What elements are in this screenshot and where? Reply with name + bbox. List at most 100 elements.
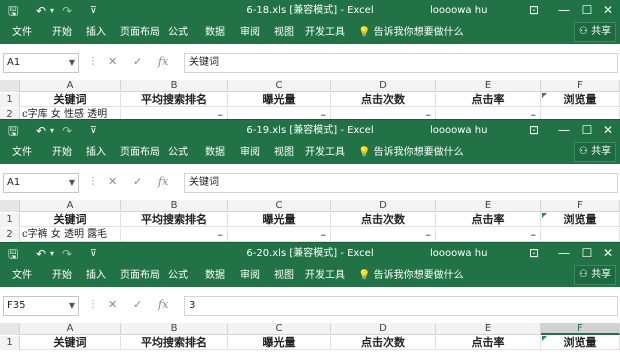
ribbon-tab[interactable]: 视图 (274, 146, 294, 160)
formula-input[interactable]: 关键词 (184, 173, 618, 193)
cell[interactable]: – (331, 228, 436, 242)
cell[interactable]: 平均搜索排名 (121, 93, 228, 107)
ribbon-tab[interactable]: 审阅 (240, 146, 260, 160)
ribbon-tab[interactable]: 开发工具 (305, 269, 345, 283)
ribbon-tab[interactable]: 插入 (86, 146, 106, 160)
cell[interactable]: 浏览量 (541, 213, 620, 227)
ribbon-tab[interactable]: 视图 (274, 269, 294, 283)
column-header[interactable]: C (228, 200, 331, 212)
share-button[interactable]: ⚇ 共享 (574, 22, 616, 42)
enter-entry-icon[interactable]: ✓ (133, 298, 142, 312)
chevron-down-icon[interactable]: ▼ (69, 297, 75, 315)
column-header[interactable]: E (436, 200, 541, 212)
cell[interactable]: c字裤 女 透明 露毛 (20, 228, 121, 242)
chevron-down-icon[interactable]: ▼ (69, 174, 75, 192)
share-button[interactable]: ⚇ 共享 (574, 142, 616, 162)
close-icon[interactable]: ✕ (594, 3, 620, 17)
column-header[interactable]: B (121, 323, 228, 335)
cancel-entry-icon[interactable]: ✕ (108, 298, 117, 312)
enter-entry-icon[interactable]: ✓ (133, 175, 142, 189)
ribbon-tab[interactable]: 页面布局 (120, 269, 160, 283)
name-box[interactable]: A1 ▼ (3, 53, 79, 73)
cell[interactable]: 点击次数 (331, 213, 436, 227)
row-number[interactable]: 1 (0, 93, 20, 107)
select-all-corner[interactable] (0, 323, 20, 335)
column-header[interactable]: A (20, 323, 121, 335)
column-header[interactable]: E (436, 80, 541, 92)
close-icon[interactable]: ✕ (594, 246, 620, 260)
cancel-entry-icon[interactable]: ✕ (108, 175, 117, 189)
cell[interactable]: 曝光量 (228, 336, 331, 350)
column-header[interactable]: A (20, 80, 121, 92)
column-header[interactable]: D (331, 323, 436, 335)
row-number[interactable]: 1 (0, 336, 20, 350)
select-all-corner[interactable] (0, 200, 20, 212)
user-name[interactable]: loooowa hu (430, 4, 487, 18)
select-all-corner[interactable] (0, 80, 20, 92)
cell[interactable]: 曝光量 (228, 213, 331, 227)
close-icon[interactable]: ✕ (594, 123, 620, 137)
cell[interactable]: 点击率 (436, 213, 541, 227)
cell[interactable]: 点击率 (436, 93, 541, 107)
cell[interactable]: 平均搜索排名 (121, 336, 228, 350)
cell[interactable]: 关键词 (20, 213, 121, 227)
row-number[interactable]: 2 (0, 228, 20, 242)
name-box[interactable]: A1 ▼ (3, 173, 79, 193)
cell[interactable]: – (436, 228, 541, 242)
chevron-down-icon[interactable]: ▼ (69, 54, 75, 72)
ribbon-tab[interactable]: 公式 (168, 269, 188, 283)
column-header[interactable]: F (541, 323, 620, 335)
cell[interactable]: 关键词 (20, 336, 121, 350)
ribbon-tab[interactable]: 数据 (205, 269, 225, 283)
ribbon-tab[interactable]: 公式 (168, 26, 188, 40)
cell[interactable]: 点击次数 (331, 93, 436, 107)
column-header[interactable]: C (228, 80, 331, 92)
cell[interactable]: – (121, 228, 228, 242)
ribbon-tab[interactable]: 插入 (86, 26, 106, 40)
ribbon-display-options-icon[interactable]: ⊡ (520, 246, 548, 260)
cell[interactable] (541, 228, 620, 242)
ribbon-tab[interactable]: 审阅 (240, 269, 260, 283)
ribbon-tab[interactable]: 页面布局 (120, 146, 160, 160)
column-header[interactable]: F (541, 80, 620, 92)
cancel-entry-icon[interactable]: ✕ (108, 55, 117, 69)
ribbon-tab[interactable]: 数据 (205, 26, 225, 40)
column-header[interactable]: C (228, 323, 331, 335)
ribbon-display-options-icon[interactable]: ⊡ (520, 123, 548, 137)
share-button[interactable]: ⚇ 共享 (574, 265, 616, 285)
column-header[interactable]: A (20, 200, 121, 212)
row-number[interactable]: 1 (0, 213, 20, 227)
column-header[interactable]: B (121, 80, 228, 92)
ribbon-tab[interactable]: 审阅 (240, 26, 260, 40)
ribbon-tab[interactable]: 开发工具 (305, 26, 345, 40)
user-name[interactable]: loooowa hu (430, 247, 487, 261)
ribbon-tab[interactable]: 文件 (12, 269, 32, 283)
cell[interactable]: 浏览量 (541, 336, 620, 350)
ribbon-tab[interactable]: 数据 (205, 146, 225, 160)
cell[interactable]: 浏览量 (541, 93, 620, 107)
formula-input[interactable]: 3 (184, 296, 618, 316)
ribbon-display-options-icon[interactable]: ⊡ (520, 3, 548, 17)
insert-function-icon[interactable]: fx (158, 298, 168, 312)
ribbon-tab[interactable]: 开发工具 (305, 146, 345, 160)
ribbon-tab[interactable]: 文件 (12, 146, 32, 160)
formula-input[interactable]: 关键词 (184, 53, 618, 73)
tell-me-box[interactable]: 💡 告诉我你想要做什么 (358, 26, 464, 40)
ribbon-tab[interactable]: 视图 (274, 26, 294, 40)
cell[interactable]: 关键词 (20, 93, 121, 107)
tell-me-box[interactable]: 💡 告诉我你想要做什么 (358, 269, 464, 283)
cell[interactable]: – (228, 228, 331, 242)
ribbon-tab[interactable]: 文件 (12, 26, 32, 40)
column-header[interactable]: D (331, 200, 436, 212)
cell[interactable]: 平均搜索排名 (121, 213, 228, 227)
insert-function-icon[interactable]: fx (158, 175, 168, 189)
cell[interactable]: 曝光量 (228, 93, 331, 107)
ribbon-tab[interactable]: 插入 (86, 269, 106, 283)
column-header[interactable]: F (541, 200, 620, 212)
cell[interactable]: 点击次数 (331, 336, 436, 350)
user-name[interactable]: loooowa hu (430, 124, 487, 138)
tell-me-box[interactable]: 💡 告诉我你想要做什么 (358, 146, 464, 160)
ribbon-tab[interactable]: 页面布局 (120, 26, 160, 40)
column-header[interactable]: D (331, 80, 436, 92)
ribbon-tab[interactable]: 开始 (52, 146, 72, 160)
